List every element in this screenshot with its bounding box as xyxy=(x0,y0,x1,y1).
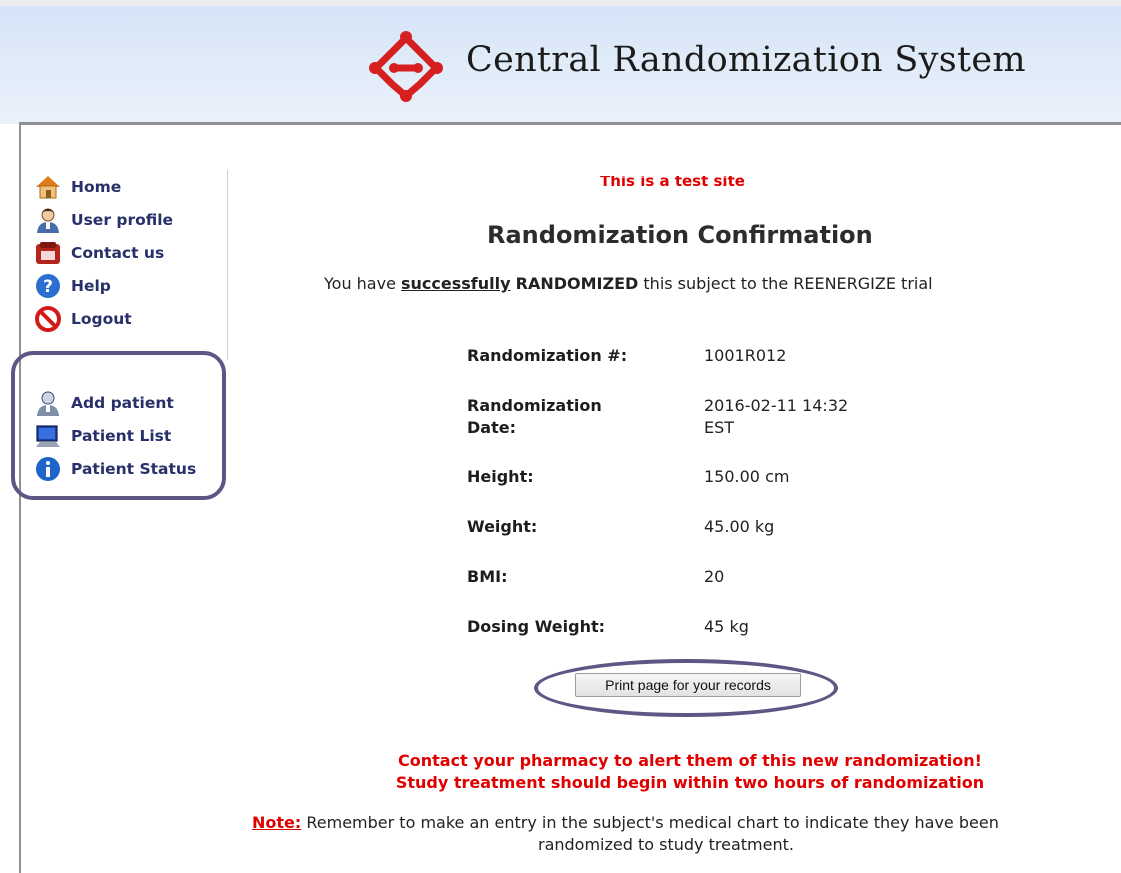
logo-icon xyxy=(369,31,443,102)
sidebar-item-help[interactable]: ? Help xyxy=(34,269,173,302)
sidebar-item-contact-us[interactable]: Contact us xyxy=(34,236,173,269)
treatment-timing-alert-line: Study treatment should begin within two … xyxy=(395,773,985,792)
detail-label: Height: xyxy=(467,467,534,486)
header-banner: Central Randomization System xyxy=(0,0,1121,124)
sidebar-item-home[interactable]: Home xyxy=(34,170,173,203)
pharmacy-alert-line: Contact your pharmacy to alert them of t… xyxy=(398,751,982,770)
detail-value: 45.00 kg xyxy=(704,517,775,536)
randomized-text: RANDOMIZED xyxy=(515,274,639,293)
content-frame-left-border xyxy=(19,122,21,873)
site-title: Central Randomization System xyxy=(466,40,1026,80)
logout-icon xyxy=(35,305,61,332)
svg-text:?: ? xyxy=(43,277,53,297)
sidebar-item-user-profile[interactable]: User profile xyxy=(34,203,173,236)
sidebar-item-label: Home xyxy=(71,177,122,196)
sidebar-divider xyxy=(227,170,228,360)
sidebar-item-label: Help xyxy=(71,276,111,295)
print-page-button[interactable]: Print page for your records xyxy=(575,673,801,697)
detail-label: Randomization #: xyxy=(467,346,628,365)
page-title: Randomization Confirmation xyxy=(487,221,873,249)
detail-label: Randomization Date: xyxy=(467,396,602,437)
detail-value: 45 kg xyxy=(704,617,749,636)
detail-value: 2016-02-11 14:32 EST xyxy=(704,396,849,437)
help-icon: ? xyxy=(36,273,60,298)
detail-label: Dosing Weight: xyxy=(467,617,605,636)
user-icon xyxy=(37,208,59,233)
sidebar-item-label: Logout xyxy=(71,309,132,328)
patient-nav-annotation-outline xyxy=(11,351,226,500)
detail-label: Weight: xyxy=(467,517,538,536)
detail-value: 1001R012 xyxy=(704,346,787,365)
sidebar-item-label: Contact us xyxy=(71,243,165,262)
test-site-notice: This is a test site xyxy=(600,176,745,190)
note-label: Note: xyxy=(252,813,302,832)
detail-value: 20 xyxy=(704,567,725,586)
detail-value: 150.00 cm xyxy=(704,467,790,486)
confirmation-message: You have successfully RANDOMIZED this su… xyxy=(324,274,933,293)
medical-chart-note-continued: randomized to study treatment. xyxy=(538,835,794,854)
sidebar-item-label: User profile xyxy=(71,210,174,229)
medical-chart-note: Note: Remember to make an entry in the s… xyxy=(252,813,999,832)
content-frame-top-border xyxy=(19,122,1121,125)
successfully-text: successfully xyxy=(401,274,511,293)
home-icon xyxy=(36,175,60,198)
sidebar-item-logout[interactable]: Logout xyxy=(34,302,173,335)
detail-label: BMI: xyxy=(467,567,508,586)
sidebar-main-nav: Home User profile Contact us ? Help Logo… xyxy=(34,170,173,335)
phone-icon xyxy=(36,241,60,264)
